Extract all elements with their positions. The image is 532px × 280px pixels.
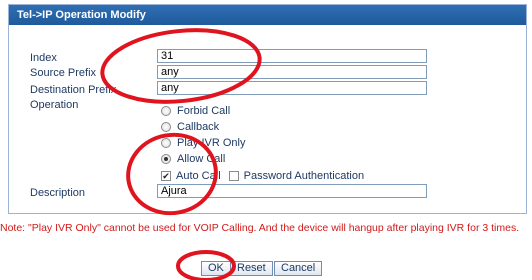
auto-call-label: Auto Call [176,169,221,182]
operation-option-allow-call[interactable]: Allow Call [161,152,225,165]
source-prefix-label: Source Prefix [30,67,97,79]
operation-option-forbid-call[interactable]: Forbid Call [161,104,230,117]
panel-title: Tel->IP Operation Modify [9,5,526,25]
auto-call-option[interactable]: ✔ Auto Call Password Authentication [161,169,364,182]
index-input[interactable] [157,49,427,63]
radio-selected-icon[interactable] [161,153,171,164]
option-label: Callback [177,120,220,133]
index-label: Index [30,52,57,64]
checkbox-checked-icon[interactable]: ✔ [161,170,171,181]
destination-prefix-input[interactable] [157,81,427,95]
source-prefix-input[interactable] [157,65,427,79]
operation-option-callback[interactable]: Callback [161,120,219,133]
ok-button[interactable]: OK [201,261,231,276]
option-label: Play IVR Only [177,136,246,149]
operation-label: Operation [30,99,79,111]
description-input[interactable] [157,184,427,198]
cancel-button[interactable]: Cancel [274,261,323,276]
radio-icon[interactable] [161,137,171,148]
option-label: Forbid Call [177,104,231,117]
note-text: Note: "Play IVR Only" cannot be used for… [0,222,520,234]
password-auth-label: Password Authentication [243,169,365,182]
destination-prefix-label: Destination Prefix [30,84,117,96]
option-label: Allow Call [177,152,226,165]
description-label: Description [30,187,86,199]
reset-button[interactable]: Reset [230,261,273,276]
operation-modify-panel: Tel->IP Operation Modify [8,4,527,214]
radio-icon[interactable] [161,121,171,132]
operation-option-play-ivr-only[interactable]: Play IVR Only [161,136,245,149]
checkbox-icon[interactable] [228,170,239,181]
radio-icon[interactable] [161,105,171,116]
